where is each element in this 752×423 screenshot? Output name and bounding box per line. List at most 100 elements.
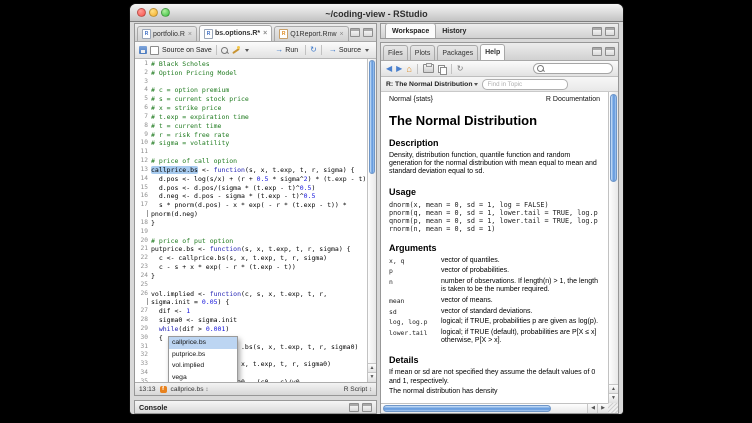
editor-tab-bar: Rportfolio.R×Rbs.options.R*×RQ1Report.Rn… bbox=[135, 24, 376, 42]
function-scope-selector[interactable]: callprice.bs ↕ bbox=[171, 386, 209, 393]
argument-row: x, qvector of quantiles. bbox=[389, 257, 600, 265]
find-in-topic-input[interactable] bbox=[482, 79, 568, 90]
code-line: 15 d.pos <- d.pos/(sigma * (t.exp - t)^0… bbox=[135, 184, 367, 193]
scroll-down-icon[interactable]: ▼ bbox=[609, 393, 618, 403]
close-icon[interactable]: × bbox=[263, 30, 267, 37]
tab-help[interactable]: Help bbox=[480, 44, 505, 60]
tab-files[interactable]: Files bbox=[383, 45, 408, 60]
help-search-input[interactable] bbox=[546, 66, 609, 72]
editor-tab-bs-options-r[interactable]: Rbs.options.R*× bbox=[199, 25, 272, 41]
code-line: 3 bbox=[135, 78, 367, 87]
function-icon: f bbox=[160, 386, 167, 393]
argument-description: logical; if TRUE (default), probabilitie… bbox=[441, 329, 600, 345]
code-line: 1# Black Scholes bbox=[135, 60, 367, 69]
rstudio-window: ~/coding-view - RStudio Rportfolio.R×Rbs… bbox=[130, 4, 623, 414]
help-horizontal-scrollbar[interactable]: ◀ ▶ bbox=[381, 403, 608, 413]
line-number: 33 bbox=[135, 360, 151, 369]
argument-row: sdvector of standard deviations. bbox=[389, 308, 600, 316]
r-file-icon: R bbox=[204, 29, 213, 39]
help-search-box[interactable] bbox=[533, 63, 613, 74]
section-heading-description: Description bbox=[389, 138, 600, 148]
refresh-icon[interactable]: ↻ bbox=[457, 64, 464, 74]
code-line: 22 c <- callprice.bs(s, x, t.exp, t, r, … bbox=[135, 254, 367, 263]
help-vertical-scrollbar[interactable]: ▲ ▼ bbox=[608, 92, 618, 403]
tab-label: Plots bbox=[415, 50, 431, 57]
minimize-pane-icon[interactable] bbox=[350, 28, 360, 37]
minimize-pane-icon[interactable] bbox=[592, 47, 602, 56]
maximize-pane-icon[interactable] bbox=[605, 47, 615, 56]
line-number: 30 bbox=[135, 334, 151, 343]
page-title: The Normal Distribution bbox=[389, 113, 600, 128]
code-text: } bbox=[151, 219, 155, 228]
topic-selector[interactable]: R: The Normal Distribution bbox=[386, 81, 478, 88]
editor-tab-portfolio-r[interactable]: Rportfolio.R× bbox=[137, 26, 197, 41]
search-icon[interactable] bbox=[221, 47, 228, 54]
resize-grip[interactable] bbox=[608, 403, 618, 413]
rerun-icon[interactable]: ↻ bbox=[310, 46, 317, 54]
scroll-right-icon[interactable]: ▶ bbox=[597, 404, 608, 413]
r-file-icon: R bbox=[142, 29, 151, 39]
chevron-down-icon[interactable] bbox=[245, 49, 249, 52]
autocomplete-item[interactable]: putprice.bs bbox=[169, 349, 237, 361]
source-on-save-checkbox[interactable] bbox=[150, 46, 159, 55]
tab-history[interactable]: History bbox=[436, 24, 472, 38]
maximize-pane-icon[interactable] bbox=[362, 403, 372, 412]
line-number: 35 bbox=[135, 378, 151, 382]
editor-vertical-scrollbar[interactable]: ▲ ▼ bbox=[367, 59, 376, 382]
arguments-table: x, qvector of quantiles.pvector of proba… bbox=[389, 257, 600, 346]
line-number: 17 bbox=[135, 201, 151, 210]
minimize-pane-icon[interactable] bbox=[349, 403, 359, 412]
close-window-icon[interactable] bbox=[137, 8, 146, 17]
new-window-icon[interactable] bbox=[438, 65, 446, 73]
autocomplete-item[interactable]: vol.implied bbox=[169, 360, 237, 372]
argument-name: x, q bbox=[389, 257, 441, 265]
close-icon[interactable]: × bbox=[188, 31, 192, 38]
code-editor[interactable]: 1# Black Scholes2# Option Pricing Model3… bbox=[135, 59, 376, 382]
source-button[interactable]: → Source bbox=[326, 45, 372, 55]
scrollbar-thumb[interactable] bbox=[610, 94, 617, 182]
scrollbar-thumb[interactable] bbox=[369, 60, 375, 174]
forward-icon[interactable]: ▶ bbox=[396, 64, 402, 74]
editor-tab-q1report-rnw[interactable]: RQ1Report.Rnw× bbox=[274, 26, 348, 41]
line-number: 5 bbox=[135, 95, 151, 104]
usage-line: dnorm(x, mean = 0, sd = 1, log = FALSE) bbox=[389, 201, 600, 209]
close-icon[interactable]: × bbox=[340, 31, 344, 38]
scrollbar-thumb[interactable] bbox=[383, 405, 551, 412]
code-text: dif <- 1 bbox=[151, 307, 190, 316]
autocomplete-item[interactable]: callprice.bs bbox=[169, 337, 237, 349]
maximize-pane-icon[interactable] bbox=[363, 28, 373, 37]
code-text: # Option Pricing Model bbox=[151, 69, 237, 78]
minimize-window-icon[interactable] bbox=[149, 8, 158, 17]
argument-name: lower.tail bbox=[389, 329, 441, 345]
argument-description: vector of standard deviations. bbox=[441, 308, 600, 316]
tab-packages[interactable]: Packages bbox=[437, 45, 478, 60]
code-line: 14 d.pos <- log(s/x) + (r + 0.5 * sigma^… bbox=[135, 175, 367, 184]
line-number: 18 bbox=[135, 219, 151, 228]
tab-plots[interactable]: Plots bbox=[410, 45, 436, 60]
description-text: Density, distribution function, quantile… bbox=[389, 152, 600, 177]
autocomplete-popup: callprice.bsputprice.bsvol.impliedvega bbox=[168, 336, 238, 382]
argument-row: log, log.plogical; if TRUE, probabilitie… bbox=[389, 318, 600, 326]
code-line: 27 dif <- 1 bbox=[135, 307, 367, 316]
file-type-selector[interactable]: R Script ↕ bbox=[344, 386, 372, 393]
code-line: 6# x = strike price bbox=[135, 104, 367, 113]
tab-workspace[interactable]: Workspace bbox=[385, 23, 436, 38]
code-line: 20# price of put option bbox=[135, 237, 367, 246]
line-number: 25 bbox=[135, 281, 151, 290]
run-button[interactable]: → Run bbox=[272, 45, 301, 55]
minimize-pane-icon[interactable] bbox=[592, 27, 602, 36]
help-tab-bar: Files Plots PackagesHelp bbox=[381, 43, 618, 61]
scroll-down-icon[interactable]: ▼ bbox=[368, 372, 376, 382]
code-tools-icon[interactable] bbox=[231, 46, 240, 55]
code-text: sigma0 <- sigma.init bbox=[151, 316, 237, 325]
save-icon[interactable] bbox=[139, 46, 147, 54]
code-lines: 1# Black Scholes2# Option Pricing Model3… bbox=[135, 60, 367, 382]
maximize-pane-icon[interactable] bbox=[605, 27, 615, 36]
help-pane: Files Plots PackagesHelp ◀ ▶ ⌂ ↻ R: The No… bbox=[380, 42, 619, 414]
home-icon[interactable]: ⌂ bbox=[406, 64, 411, 74]
autocomplete-item[interactable]: vega bbox=[169, 372, 237, 383]
back-icon[interactable]: ◀ bbox=[386, 64, 392, 74]
code-line: 18} bbox=[135, 219, 367, 228]
print-icon[interactable] bbox=[423, 64, 434, 73]
zoom-window-icon[interactable] bbox=[161, 8, 170, 17]
